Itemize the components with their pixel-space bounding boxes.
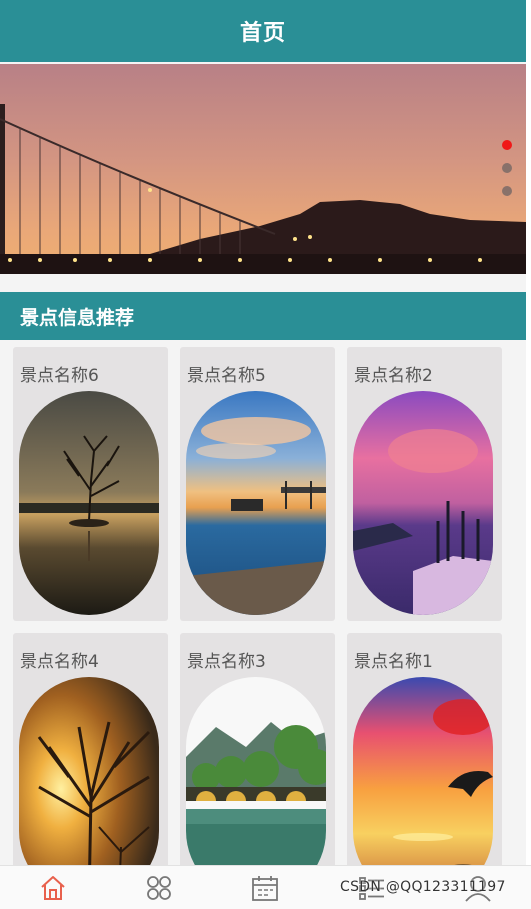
- spot-name: 景点名称1: [354, 652, 433, 672]
- spot-name: 景点名称5: [187, 366, 266, 386]
- carousel-dot-3[interactable]: [502, 186, 512, 196]
- page-title: 首页: [239, 21, 286, 46]
- spot-image[interactable]: [186, 391, 326, 615]
- spot-image[interactable]: [353, 391, 493, 615]
- spot-grid: 景点名称6 景点名称5 景点名称2 景点名称4 景点名称3 景点名称1: [13, 347, 503, 907]
- carousel-indicators: [502, 140, 512, 196]
- spot-name: 景点名称3: [187, 652, 266, 672]
- spot-name: 景点名称4: [20, 652, 99, 672]
- spot-card[interactable]: 景点名称6: [13, 347, 168, 621]
- grid-icon: [147, 875, 172, 900]
- tab-home[interactable]: [33, 870, 73, 906]
- tab-calendar[interactable]: [245, 870, 285, 906]
- spot-image[interactable]: [19, 391, 159, 615]
- carousel-dot-1[interactable]: [502, 140, 512, 150]
- right-edge: [526, 0, 531, 908]
- section-title: 景点信息推荐: [20, 306, 135, 329]
- calendar-icon: [252, 875, 279, 901]
- tab-category[interactable]: [139, 870, 179, 906]
- carousel-dot-2[interactable]: [502, 163, 512, 173]
- spot-name: 景点名称6: [20, 366, 99, 386]
- watermark-text: CSDN @QQ123311197: [340, 879, 506, 895]
- home-icon: [41, 875, 65, 900]
- banner-image: [0, 64, 526, 274]
- spot-card[interactable]: 景点名称5: [180, 347, 335, 621]
- spot-card[interactable]: 景点名称2: [347, 347, 502, 621]
- section-header: 景点信息推荐: [0, 292, 526, 340]
- banner-carousel[interactable]: [0, 64, 526, 274]
- top-bar: 首页: [0, 0, 526, 62]
- spot-name: 景点名称2: [354, 366, 433, 386]
